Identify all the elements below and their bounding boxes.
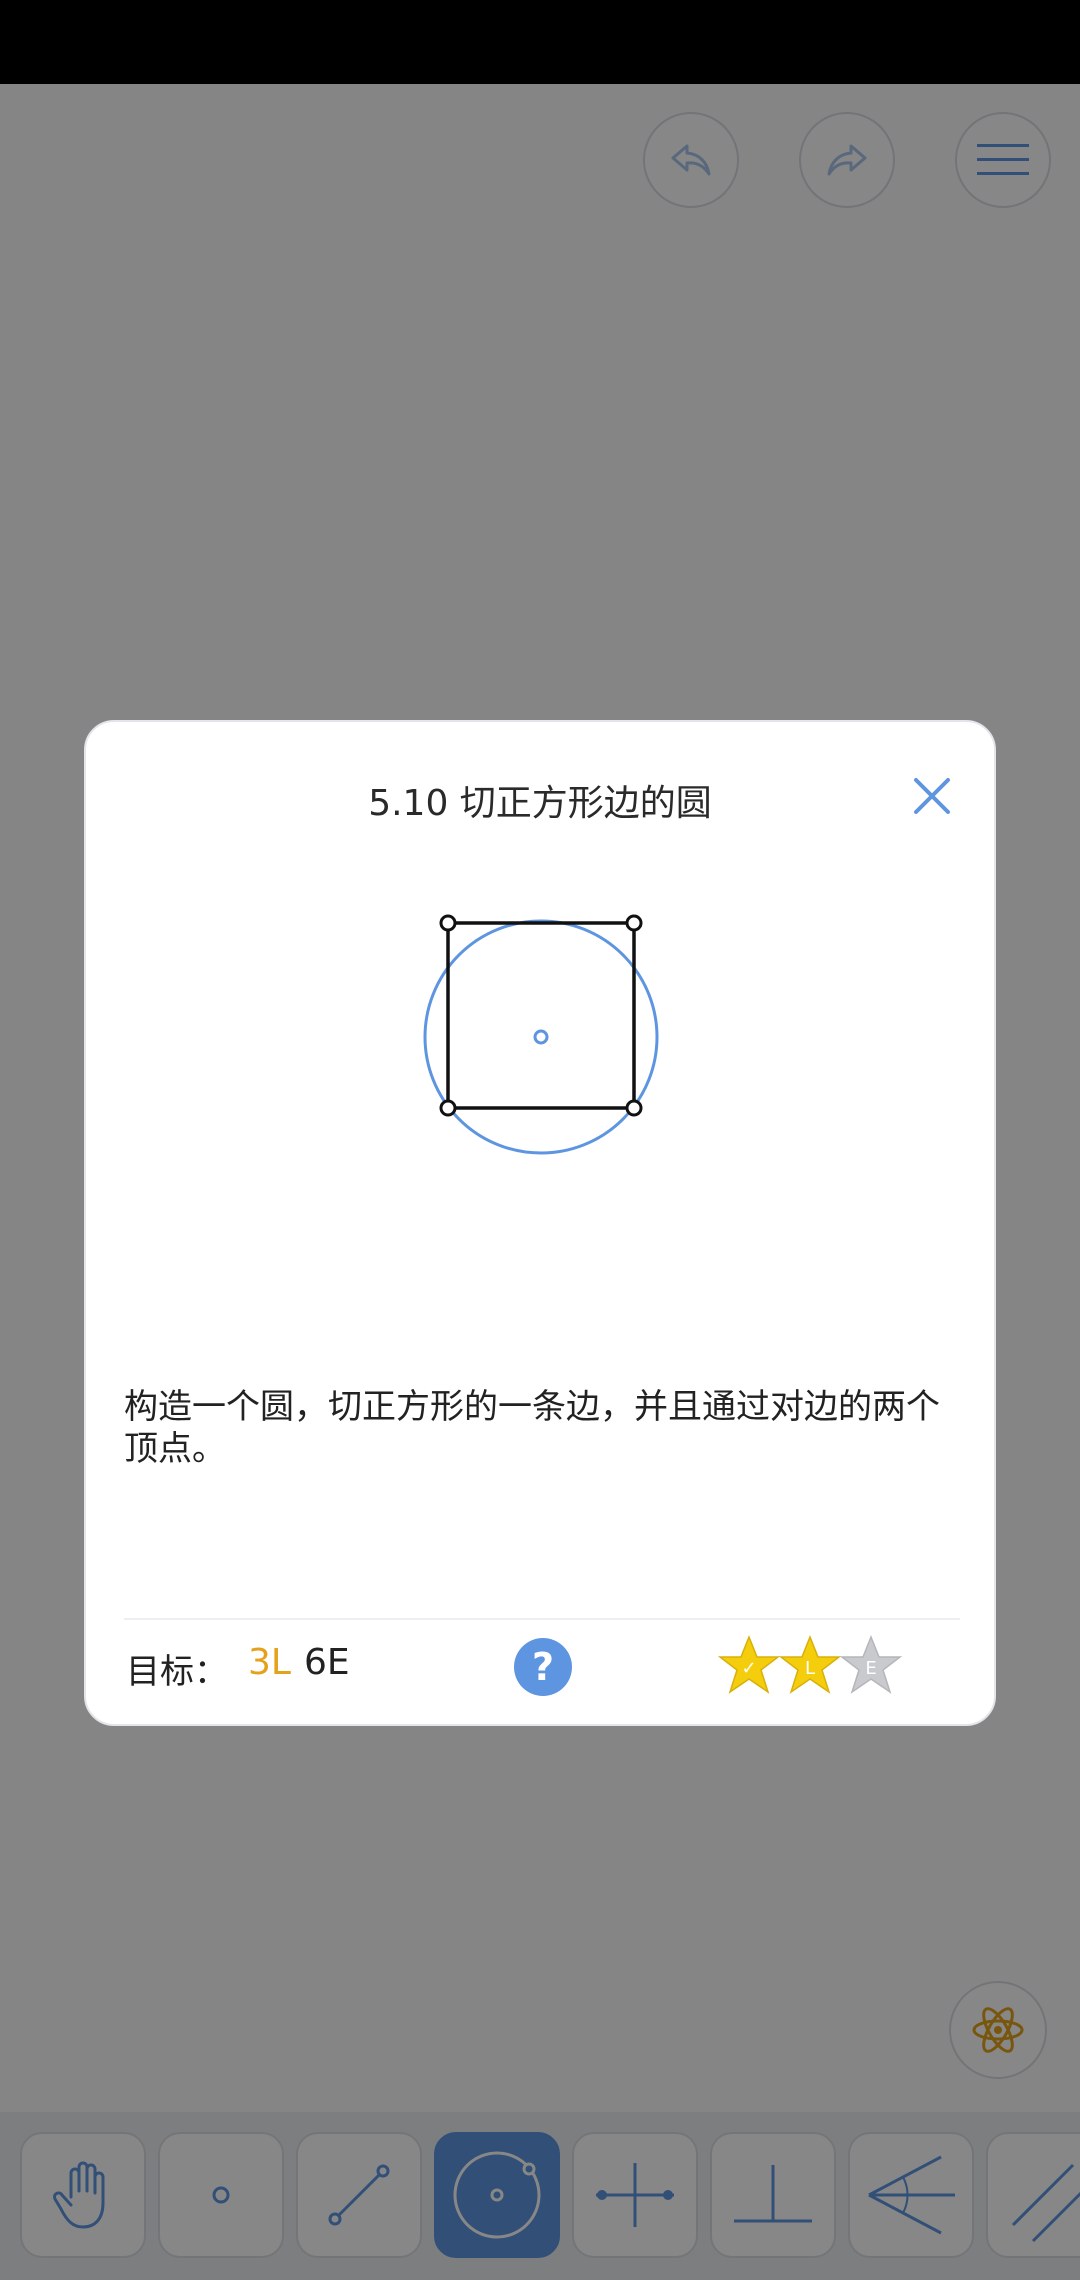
status-bar [0,0,1080,84]
help-button[interactable]: ? [514,1638,572,1696]
square [446,921,636,1110]
level-description: 构造一个圆，切正方形的一条边，并且通过对边的两个顶点。 [124,1387,940,1469]
goal-label: 目标： [126,1652,228,1692]
level-title: 5.10 切正方形边的圆 [368,783,712,824]
stars-rating: ✓ L E [718,1634,903,1694]
close-icon [914,778,950,814]
square-vertex [625,1099,643,1117]
level-illustration [423,914,659,1155]
goal-e-value: 6E [304,1642,350,1683]
star-label: E [865,1658,876,1679]
goal-circle [423,919,659,1155]
divider [124,1618,960,1620]
square-vertex [439,914,457,932]
square-vertex [439,1099,457,1117]
star-label: L [805,1658,815,1679]
level-dialog: 5.10 切正方形边的圆 构造一个圆，切正方形的一条边，并且通过对边的两个顶点。… [84,720,996,1726]
square-vertex [625,914,643,932]
star-icon: E [839,1634,903,1694]
star-icon: ✓ [718,1634,781,1694]
circle-center-point [533,1029,549,1045]
goal-l-value: 3L [248,1642,291,1683]
star-icon: L [778,1634,842,1694]
help-icon: ? [531,1645,555,1689]
star-label: ✓ [741,1658,756,1679]
close-button[interactable] [908,772,956,820]
